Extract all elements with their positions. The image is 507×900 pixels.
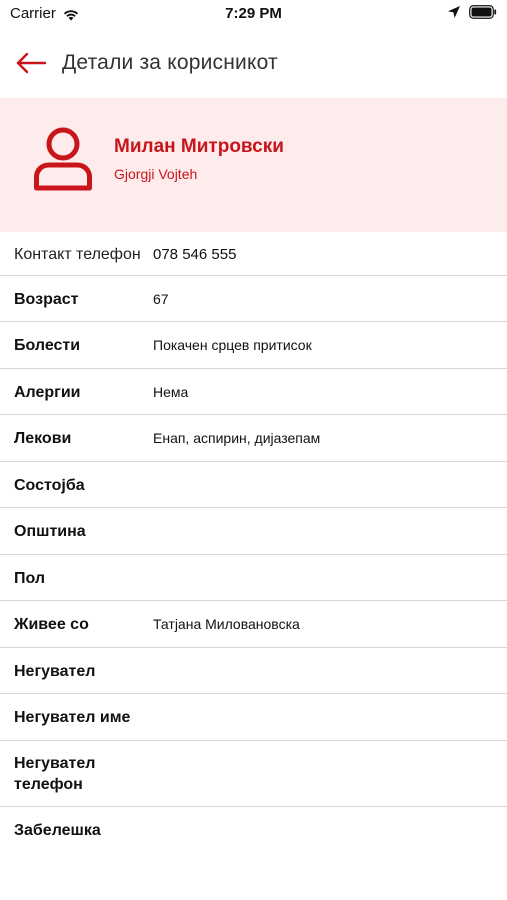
detail-label: Контакт телефон [14, 246, 141, 263]
detail-value [153, 521, 507, 554]
detail-value: Покачен срцев притисок [153, 337, 312, 353]
detail-label: Забелешка [14, 822, 101, 839]
detail-row-gender: Пол [0, 555, 507, 601]
detail-row-condition: Состојба [0, 462, 507, 508]
detail-row-contact-phone: Контакт телефон 078 546 555 [0, 232, 507, 276]
detail-value: Нема [153, 384, 189, 400]
detail-row-medications: Лекови Енап, аспирин, дијазепам [0, 415, 507, 462]
status-right [447, 5, 497, 19]
detail-label: Пол [14, 570, 46, 587]
detail-label: Состојба [14, 477, 85, 494]
detail-label: Општина [14, 523, 86, 540]
profile-header: Милан Митровски Gjorgji Vojteh [0, 98, 507, 232]
detail-row-allergies: Алергии Нема [0, 369, 507, 415]
battery-icon [469, 5, 497, 19]
detail-label: Лекови [14, 430, 72, 447]
detail-value: 67 [153, 291, 169, 307]
detail-label: Возраст [14, 291, 79, 308]
detail-label: Живее со [14, 616, 89, 633]
detail-value [153, 707, 507, 740]
user-icon [34, 127, 92, 191]
detail-value [153, 475, 507, 507]
location-arrow-icon [448, 6, 460, 18]
arrow-left-icon [16, 52, 47, 74]
detail-value [153, 753, 507, 806]
details-list: Контакт телефон 078 546 555 Возраст 67 Б… [0, 232, 507, 853]
detail-row-diseases: Болести Покачен срцев притисок [0, 322, 507, 369]
detail-value: Татјана Миловановска [153, 616, 300, 632]
detail-row-age: Возраст 67 [0, 276, 507, 322]
detail-label: Алергии [14, 384, 81, 401]
back-button[interactable] [14, 48, 48, 78]
detail-label: Негувател телефон [14, 755, 96, 793]
detail-row-caregiver: Негувател [0, 648, 507, 694]
detail-value: 078 546 555 [153, 246, 237, 263]
profile-name: Милан Митровски [114, 136, 284, 157]
detail-label: Болести [14, 337, 81, 354]
page-title: Детали за корисникот [62, 51, 278, 74]
detail-value: Енап, аспирин, дијазепам [153, 430, 321, 446]
navigation-bar: Детали за корисникот [0, 40, 507, 88]
detail-row-note: Забелешка [0, 807, 507, 853]
detail-label: Негувател [14, 663, 96, 680]
detail-value [153, 820, 507, 853]
detail-row-lives-with: Живее со Татјана Миловановска [0, 601, 507, 648]
status-bar: Carrier 7:29 PM [0, 0, 507, 28]
detail-row-caregiver-name: Негувател име [0, 694, 507, 741]
detail-value [153, 568, 507, 600]
detail-label: Негувател име [14, 709, 131, 726]
detail-value [153, 661, 507, 693]
profile-subtitle: Gjorgji Vojteh [114, 166, 198, 182]
detail-row-municipality: Општина [0, 508, 507, 555]
status-time: 7:29 PM [225, 5, 282, 22]
detail-row-caregiver-phone: Негувател телефон [0, 741, 507, 807]
